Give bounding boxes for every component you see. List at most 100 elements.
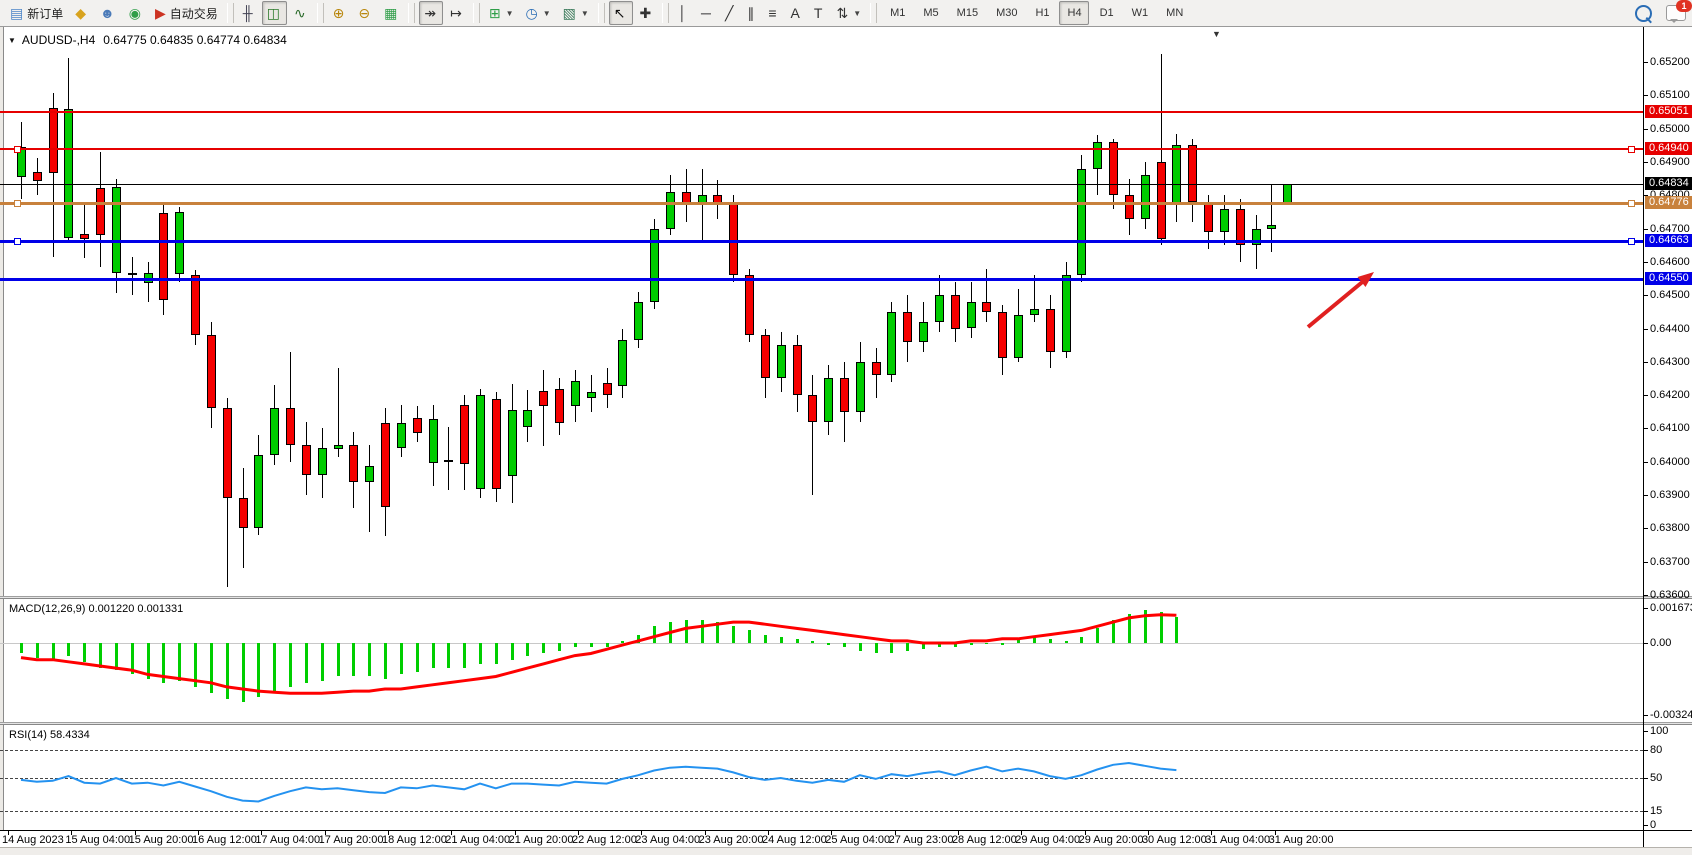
chart-shift-button[interactable]: ↦ [445,1,469,25]
tf-m1-button[interactable]: M1 [881,1,912,25]
community-icon: ☻ [100,6,115,20]
templates-icon: ▧ [563,6,576,20]
line-drag-handle[interactable] [1628,146,1635,153]
fibonacci-button[interactable]: ≡ [763,1,783,25]
arrows-button[interactable]: ⇅▼ [831,1,866,25]
tf-w1-button[interactable]: W1 [1123,1,1156,25]
macd-histogram-bar [400,643,403,674]
pane-separator[interactable] [0,596,1692,599]
candlestick-button[interactable]: ◫ [262,1,287,25]
macd-histogram-bar [542,643,545,653]
tf-h4-button[interactable]: H4 [1059,1,1089,25]
line-drag-handle[interactable] [14,146,21,153]
macd-histogram-bar [606,643,609,647]
macd-histogram-bar [637,635,640,643]
channel-button[interactable]: ∥ [742,1,761,25]
candle [951,295,960,328]
signals-button[interactable]: ◉ [124,1,148,25]
tf-m15-button[interactable]: M15 [948,1,985,25]
macd-histogram-bar [447,643,450,668]
date-axis-label: 14 Aug 2023 [2,834,64,846]
tf-d1-button-label: D1 [1100,7,1114,19]
macd-histogram-bar [653,626,656,643]
price-axis-tick [1643,595,1648,596]
horizontal-line-button[interactable]: ─ [696,1,718,25]
candle [112,187,121,274]
date-axis-label: 21 Aug 20:00 [509,834,574,846]
window-bottom-strip [0,847,1692,855]
text-label-button[interactable]: T [809,1,830,25]
periods-button[interactable]: ◷▼ [521,1,556,25]
candle [1141,175,1150,218]
macd-histogram-bar [210,643,213,693]
line-chart-button[interactable]: ∿ [289,1,313,25]
symbol-dropdown-icon[interactable]: ▼ [8,36,16,45]
crosshair-button[interactable]: ✚ [635,1,659,25]
templates-button[interactable]: ▧▼ [558,1,594,25]
date-axis-label: 27 Aug 23:00 [889,834,954,846]
fibonacci-icon: ≡ [768,6,776,20]
autotrade-button[interactable]: ▶自动交易 [150,1,223,25]
tile-windows-button[interactable]: ▦ [379,1,404,25]
price-axis-tick [1643,329,1648,330]
zoom-in-icon: ⊕ [333,6,345,20]
profile-button[interactable]: ◆ [70,1,93,25]
macd-histogram-bar [906,643,909,651]
new-order-button[interactable]: ▤新订单 [5,1,68,25]
candle [777,345,786,378]
line-drag-handle[interactable] [14,238,21,245]
vertical-line-button[interactable]: │ [673,1,694,25]
search-icon[interactable] [1635,5,1652,22]
tf-m30-button[interactable]: M30 [987,1,1024,25]
auto-scroll-button[interactable]: ↠ [419,1,443,25]
macd-histogram-bar [716,622,719,643]
indicators-button[interactable]: ⊞▼ [484,1,519,25]
pane-separator[interactable] [0,722,1692,725]
toolbar-separator [408,3,415,23]
horizontal-level-line[interactable] [0,111,1643,113]
text-button[interactable]: A [786,1,807,25]
price-axis-tick [1643,395,1648,396]
price-axis-label: 0.63700 [1650,556,1690,568]
tf-d1-button[interactable]: D1 [1091,1,1121,25]
macd-histogram-bar [162,643,165,683]
cursor-button[interactable]: ↖ [609,1,633,25]
bar-chart-button[interactable]: ╫ [238,1,260,25]
chart-shift-marker-icon[interactable]: ▼ [1212,29,1221,39]
notifications-icon[interactable]: 1 [1666,5,1686,21]
trendline-button[interactable]: ╱ [720,1,740,25]
dropdown-caret-icon: ▼ [543,9,551,18]
toolbar-separator [598,3,605,23]
candle [159,213,168,300]
line-drag-handle[interactable] [1628,238,1635,245]
date-axis-label: 29 Aug 04:00 [1015,834,1080,846]
candle [381,423,390,507]
rsi-axis-label: 50 [1650,772,1662,784]
zoom-out-button[interactable]: ⊖ [353,1,377,25]
tf-m5-button[interactable]: M5 [914,1,945,25]
horizontal-level-line[interactable] [0,202,1643,205]
horizontal-level-line[interactable] [0,278,1643,281]
community-button[interactable]: ☻ [95,1,122,25]
macd-histogram-bar [99,643,102,668]
line-drag-handle[interactable] [1628,200,1635,207]
annotation-arrow-line[interactable] [1308,279,1366,327]
tf-h1-button[interactable]: H1 [1026,1,1056,25]
candle [872,362,881,375]
tf-mn-button[interactable]: MN [1157,1,1190,25]
zoom-in-button[interactable]: ⊕ [328,1,352,25]
date-axis[interactable]: 14 Aug 202315 Aug 04:0015 Aug 20:0016 Au… [0,831,1692,847]
line-drag-handle[interactable] [14,200,21,207]
horizontal-level-line[interactable] [0,148,1643,150]
candle [397,423,406,448]
macd-histogram-bar [526,643,529,656]
autotrade-button-label: 自动交易 [170,5,218,22]
rsi-line [21,763,1176,802]
macd-histogram-bar [843,643,846,647]
bid-price-line[interactable] [0,184,1643,185]
candle [365,466,374,481]
price-axis-label: 0.64400 [1650,323,1690,335]
horizontal-level-line[interactable] [0,240,1643,243]
candle [476,395,485,489]
date-axis-label: 22 Aug 12:00 [572,834,637,846]
